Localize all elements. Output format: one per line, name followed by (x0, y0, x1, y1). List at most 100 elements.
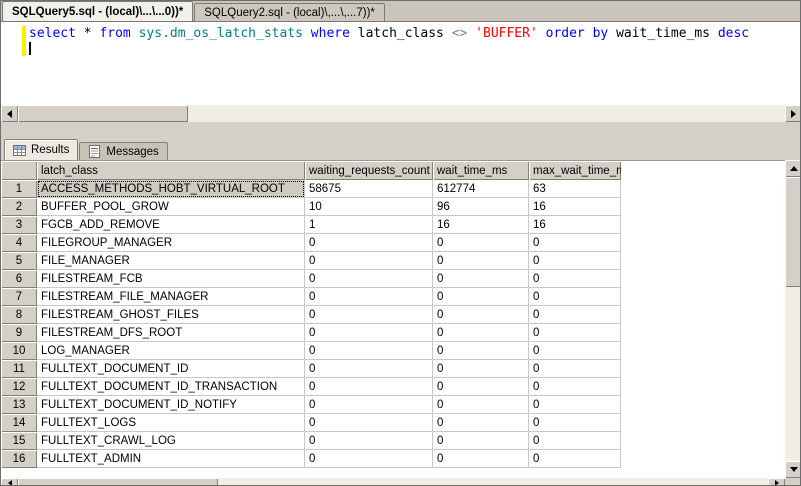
grid-cell[interactable]: 0 (305, 396, 433, 414)
grid-cell[interactable]: 96 (433, 198, 529, 216)
grid-cell[interactable]: 0 (305, 306, 433, 324)
grid-cell[interactable]: FILESTREAM_FILE_MANAGER (37, 288, 305, 306)
row-number-header[interactable] (1, 161, 37, 180)
pane-splitter[interactable] (1, 122, 800, 138)
grid-cell[interactable]: 10 (305, 198, 433, 216)
grid-cell[interactable]: 0 (433, 378, 529, 396)
grid-cell[interactable]: 16 (529, 216, 621, 234)
grid-cell[interactable]: 0 (305, 324, 433, 342)
scroll-right-button[interactable] (785, 105, 800, 122)
row-number-cell[interactable]: 4 (1, 234, 37, 252)
scroll-up-button[interactable] (785, 160, 800, 177)
grid-cell[interactable]: 0 (433, 360, 529, 378)
scroll-right-button[interactable] (768, 478, 785, 485)
row-number-cell[interactable]: 9 (1, 324, 37, 342)
grid-cell[interactable]: 0 (305, 378, 433, 396)
grid-cell[interactable]: BUFFER_POOL_GROW (37, 198, 305, 216)
grid-cell[interactable]: FULLTEXT_DOCUMENT_ID_NOTIFY (37, 396, 305, 414)
tab-messages[interactable]: Messages (79, 142, 168, 160)
scroll-track[interactable] (785, 177, 800, 461)
tab-sqlquery5[interactable]: SQLQuery5.sql - (local)\...\...0))* (2, 1, 194, 21)
grid-cell[interactable]: 0 (529, 396, 621, 414)
grid-cell[interactable]: 0 (529, 252, 621, 270)
row-number-cell[interactable]: 15 (1, 432, 37, 450)
grid-cell[interactable]: 0 (305, 360, 433, 378)
grid-cell[interactable]: 0 (305, 432, 433, 450)
row-number-cell[interactable]: 16 (1, 450, 37, 468)
grid-cell[interactable]: 0 (529, 288, 621, 306)
grid-cell[interactable]: 0 (305, 342, 433, 360)
grid-cell[interactable]: FILESTREAM_FCB (37, 270, 305, 288)
row-number-cell[interactable]: 13 (1, 396, 37, 414)
grid-cell[interactable]: 0 (529, 414, 621, 432)
tab-sqlquery2[interactable]: SQLQuery2.sql - (local)\,...\,...7))* (194, 3, 385, 21)
tab-results[interactable]: Results (4, 139, 79, 160)
column-header-latch_class[interactable]: latch_class (37, 161, 305, 180)
grid-cell[interactable]: 612774 (433, 180, 529, 198)
row-number-cell[interactable]: 7 (1, 288, 37, 306)
grid-cell[interactable]: 63 (529, 180, 621, 198)
scroll-track[interactable] (18, 105, 785, 122)
grid-cell[interactable]: 0 (433, 414, 529, 432)
row-number-cell[interactable]: 12 (1, 378, 37, 396)
scroll-left-button[interactable] (1, 478, 18, 485)
grid-cell[interactable]: 58675 (305, 180, 433, 198)
grid-cell[interactable]: 0 (529, 342, 621, 360)
grid-cell[interactable]: 1 (305, 216, 433, 234)
grid-cell[interactable]: FULLTEXT_LOGS (37, 414, 305, 432)
grid-cell[interactable]: 16 (433, 216, 529, 234)
grid-cell[interactable]: FULLTEXT_DOCUMENT_ID_TRANSACTION (37, 378, 305, 396)
row-number-cell[interactable]: 5 (1, 252, 37, 270)
row-number-cell[interactable]: 3 (1, 216, 37, 234)
grid-cell[interactable]: 0 (433, 270, 529, 288)
column-header-waiting_requests_count[interactable]: waiting_requests_count (305, 161, 433, 180)
grid-cell[interactable]: 0 (529, 378, 621, 396)
results-horizontal-scrollbar[interactable] (1, 478, 785, 485)
editor-horizontal-scrollbar[interactable] (1, 105, 800, 122)
scroll-thumb[interactable] (18, 105, 188, 122)
grid-cell[interactable]: 0 (433, 324, 529, 342)
grid-cell[interactable]: 0 (529, 450, 621, 468)
grid-cell[interactable]: FILE_MANAGER (37, 252, 305, 270)
grid-cell[interactable]: 0 (433, 288, 529, 306)
row-number-cell[interactable]: 8 (1, 306, 37, 324)
grid-cell[interactable]: FGCB_ADD_REMOVE (37, 216, 305, 234)
column-header-wait_time_ms[interactable]: wait_time_ms (433, 161, 529, 180)
grid-cell[interactable]: 0 (529, 432, 621, 450)
grid-cell[interactable]: 0 (305, 252, 433, 270)
grid-cell[interactable]: 0 (305, 288, 433, 306)
grid-cell[interactable]: FILESTREAM_DFS_ROOT (37, 324, 305, 342)
row-number-cell[interactable]: 2 (1, 198, 37, 216)
grid-cell[interactable]: FULLTEXT_ADMIN (37, 450, 305, 468)
grid-cell[interactable]: 0 (305, 234, 433, 252)
scroll-thumb[interactable] (785, 177, 800, 287)
grid-cell[interactable]: 0 (433, 396, 529, 414)
grid-cell[interactable]: 0 (529, 234, 621, 252)
row-number-cell[interactable]: 14 (1, 414, 37, 432)
grid-cell[interactable]: 0 (433, 432, 529, 450)
grid-cell[interactable]: 0 (529, 360, 621, 378)
row-number-cell[interactable]: 6 (1, 270, 37, 288)
grid-cell[interactable]: FILEGROUP_MANAGER (37, 234, 305, 252)
grid-cell[interactable]: LOG_MANAGER (37, 342, 305, 360)
column-header-max_wait_time_ms[interactable]: max_wait_time_ms (529, 161, 621, 180)
grid-cell[interactable]: 0 (433, 252, 529, 270)
grid-cell[interactable]: 0 (433, 306, 529, 324)
row-number-cell[interactable]: 1 (1, 180, 37, 198)
grid-cell[interactable]: 0 (529, 270, 621, 288)
scroll-track[interactable] (18, 478, 768, 485)
grid-cell[interactable]: 0 (529, 324, 621, 342)
grid-cell[interactable]: 0 (305, 270, 433, 288)
grid-cell[interactable]: 16 (529, 198, 621, 216)
results-vertical-scrollbar[interactable] (785, 160, 800, 478)
grid-cell[interactable]: 0 (433, 342, 529, 360)
scroll-left-button[interactable] (1, 105, 18, 122)
grid-cell[interactable]: FULLTEXT_DOCUMENT_ID (37, 360, 305, 378)
row-number-cell[interactable]: 10 (1, 342, 37, 360)
row-number-cell[interactable]: 11 (1, 360, 37, 378)
grid-cell[interactable]: 0 (305, 450, 433, 468)
sql-editor[interactable]: select * from sys.dm_os_latch_stats wher… (1, 22, 800, 105)
grid-cell[interactable]: FILESTREAM_GHOST_FILES (37, 306, 305, 324)
grid-cell[interactable]: 0 (529, 306, 621, 324)
grid-cell[interactable]: 0 (433, 234, 529, 252)
